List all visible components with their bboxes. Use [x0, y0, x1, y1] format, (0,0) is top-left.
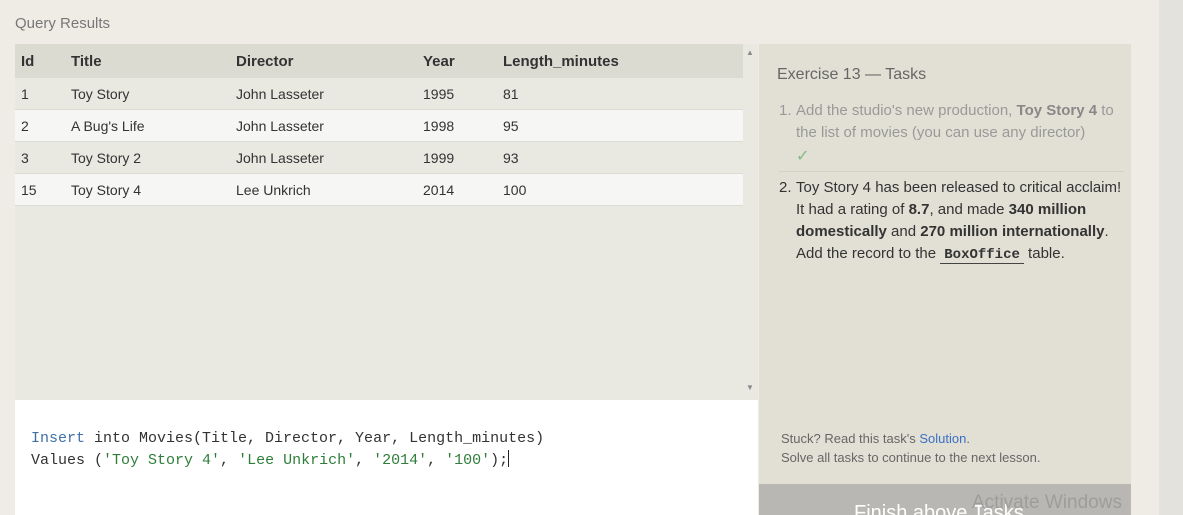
activate-windows-watermark: Activate Windows [972, 492, 1122, 513]
task-divider [779, 171, 1124, 172]
sql-string: '100' [445, 452, 491, 469]
sql-string: 'Lee Unkrich' [238, 452, 356, 469]
cell-title: Toy Story 2 [71, 141, 236, 174]
results-table: Id Title Director Year Length_minutes 1 … [15, 44, 743, 206]
cell-length: 81 [503, 78, 743, 110]
sql-text: , [355, 452, 374, 469]
tasks-title: Exercise 13 — Tasks [777, 66, 927, 83]
cell-year: 1995 [423, 78, 503, 110]
column-header-length: Length_minutes [503, 44, 743, 78]
cell-title: Toy Story [71, 78, 236, 110]
cell-id: 3 [15, 141, 71, 174]
cell-length: 95 [503, 109, 743, 142]
cell-year: 1999 [423, 141, 503, 174]
table-row: 3 Toy Story 2 John Lasseter 1999 93 [15, 141, 743, 174]
window-edge [1159, 0, 1183, 515]
cell-length: 93 [503, 141, 743, 174]
cell-director: Lee Unkrich [236, 173, 423, 206]
cell-director: John Lasseter [236, 141, 423, 174]
cell-length: 100 [503, 173, 743, 206]
cell-id: 2 [15, 109, 71, 142]
task-text-part: and [886, 223, 921, 240]
results-panel: Id Title Director Year Length_minutes 1 … [15, 44, 758, 400]
cell-director: John Lasseter [236, 109, 423, 142]
sql-text: Values ( [31, 452, 104, 469]
cell-id: 1 [15, 78, 71, 110]
sql-string: '2014' [373, 452, 428, 469]
task-text-bold: Toy Story 4 [1016, 102, 1098, 119]
task-item-2: 2. Toy Story 4 has been released to crit… [779, 177, 1124, 266]
query-results-label: Query Results [15, 15, 111, 32]
table-row: 15 Toy Story 4 Lee Unkrich 2014 100 [15, 173, 743, 206]
cell-title: A Bug's Life [71, 109, 236, 142]
task-text-part: table. [1023, 245, 1065, 262]
column-header-title: Title [71, 44, 236, 78]
table-row: 2 A Bug's Life John Lasseter 1998 95 [15, 109, 743, 142]
code-line-2[interactable]: Values ('Toy Story 4', 'Lee Unkrich', '2… [31, 450, 510, 469]
checkmark-icon: ✓ [796, 148, 810, 165]
text-cursor [508, 450, 510, 467]
task-item-1: 1. Add the studio's new production, Toy … [779, 100, 1124, 168]
task-text: Toy Story 4 has been released to critica… [796, 177, 1124, 266]
sql-text: , [220, 452, 239, 469]
stuck-text: Stuck? Read this task's [781, 431, 920, 446]
code-line-1[interactable]: Insert into Movies(Title, Director, Year… [31, 430, 544, 447]
stuck-text-end: . [966, 431, 970, 446]
column-header-year: Year [423, 44, 503, 78]
table-row: 1 Toy Story John Lasseter 1995 81 [15, 78, 743, 110]
sql-string: 'Toy Story 4' [103, 452, 221, 469]
scroll-up-arrow-icon[interactable]: ▲ [746, 49, 754, 57]
solve-hint: Solve all tasks to continue to the next … [781, 450, 1041, 465]
cell-year: 1998 [423, 109, 503, 142]
task-text: Add the studio's new production, Toy Sto… [796, 100, 1124, 168]
task-text-bold: 8.7 [908, 201, 930, 218]
stuck-hint: Stuck? Read this task's Solution. [781, 431, 970, 446]
sql-text: , [427, 452, 446, 469]
table-header-row: Id Title Director Year Length_minutes [15, 44, 743, 78]
column-header-id: Id [15, 44, 71, 78]
tasks-panel: Exercise 13 — Tasks 1. Add the studio's … [759, 44, 1131, 515]
sql-text: ); [490, 452, 509, 469]
solution-link[interactable]: Solution [919, 431, 966, 446]
task-number: 2. [779, 179, 792, 196]
task-number: 1. [779, 102, 792, 119]
cell-year: 2014 [423, 173, 503, 206]
table-name-code: BoxOffice [940, 247, 1024, 264]
cell-title: Toy Story 4 [71, 173, 236, 206]
task-text-bold: 270 million internationally [920, 223, 1105, 240]
task-text-part: Add the studio's new production, [796, 102, 1017, 119]
cell-director: John Lasseter [236, 78, 423, 110]
task-text-part: , and made [929, 201, 1009, 218]
results-scrollbar[interactable]: ▲ ▼ [743, 44, 758, 400]
column-header-director: Director [236, 44, 423, 78]
scroll-down-arrow-icon[interactable]: ▼ [746, 384, 754, 392]
sql-editor[interactable]: Insert into Movies(Title, Director, Year… [15, 400, 758, 515]
sql-text: into Movies(Title, Director, Year, Lengt… [85, 430, 545, 447]
sql-keyword: Insert [31, 430, 86, 447]
cell-id: 15 [15, 173, 71, 206]
